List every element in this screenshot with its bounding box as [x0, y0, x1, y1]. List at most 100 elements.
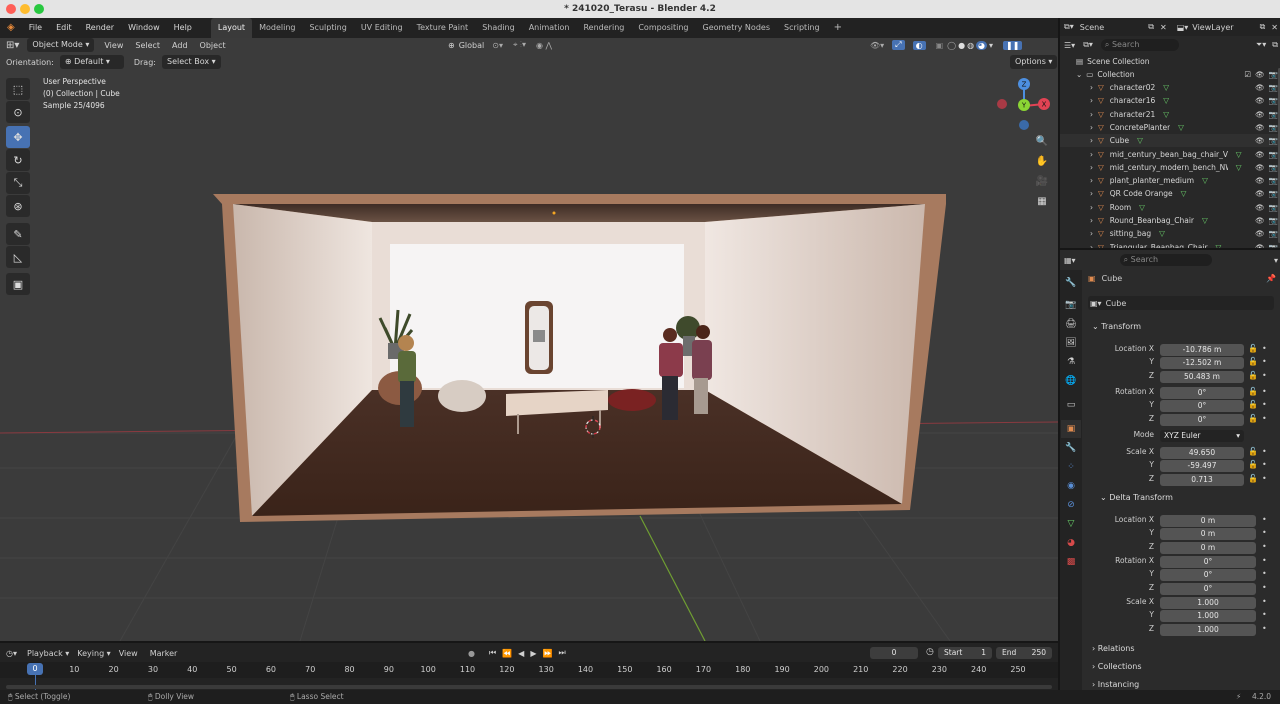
new-view-layer-icon[interactable]: ⧉ — [1260, 22, 1266, 32]
visibility-eye-icon[interactable]: 👁 — [1255, 216, 1265, 225]
xray-icon[interactable]: ▣ — [936, 41, 944, 50]
measure-tool[interactable]: ◺ — [6, 246, 30, 268]
gizmo-toggle-icon[interactable]: ⤢ — [892, 40, 905, 50]
keyframe-dot-icon[interactable]: • — [1262, 357, 1267, 366]
jump-keyframe-forward-icon[interactable]: ⏩ — [542, 649, 552, 658]
expand-chevron-icon[interactable]: › — [1090, 189, 1093, 198]
render-camera-icon[interactable]: 📷 — [1269, 163, 1278, 172]
scale-tool[interactable]: ⤡ — [6, 172, 30, 194]
camera-view-icon[interactable]: 🎥 — [1033, 172, 1051, 190]
lock-icon[interactable]: 🔓 — [1248, 371, 1258, 380]
object-menu[interactable]: Object — [200, 41, 226, 50]
keyframe-dot-icon[interactable]: • — [1262, 542, 1267, 551]
relations-section-header[interactable]: › Relations — [1092, 644, 1135, 653]
expand-chevron-icon[interactable]: › — [1090, 96, 1093, 105]
new-collection-icon[interactable]: ⧉ — [1272, 40, 1278, 50]
end-frame-field[interactable]: End 250 — [996, 647, 1052, 659]
lock-icon[interactable]: 🔓 — [1248, 357, 1258, 366]
collection-tab-icon[interactable]: ▭ — [1061, 396, 1081, 414]
keyframe-dot-icon[interactable]: • — [1262, 460, 1267, 469]
visibility-eye-icon[interactable]: 👁 — [1255, 110, 1265, 119]
pin-icon[interactable]: 📌 — [1266, 274, 1276, 283]
start-frame-field[interactable]: Start 1 — [938, 647, 992, 659]
viewport-scene[interactable] — [0, 38, 1058, 641]
location-field[interactable]: -10.786 m — [1160, 344, 1244, 356]
keyframe-dot-icon[interactable]: • — [1262, 371, 1267, 380]
outliner-item[interactable]: › ▽ character21 ▽ 👁 📷 — [1060, 108, 1280, 121]
output-tab-icon[interactable]: 🖨 — [1061, 315, 1081, 333]
expand-chevron-icon[interactable]: › — [1090, 123, 1093, 132]
outliner-item[interactable]: › ▽ Round_Beanbag_Chair ▽ 👁 📷 — [1060, 214, 1280, 227]
expand-chevron-icon[interactable]: › — [1090, 203, 1093, 212]
view-layer-name[interactable]: ViewLayer — [1192, 23, 1233, 32]
add-menu[interactable]: Add — [172, 41, 188, 50]
collection-checkbox[interactable]: ☑ — [1244, 70, 1251, 79]
shading-options-icon[interactable]: ▾ — [989, 41, 993, 50]
menu-help[interactable]: Help — [167, 18, 199, 38]
rotate-tool[interactable]: ↻ — [6, 149, 30, 171]
keyframe-dot-icon[interactable]: • — [1262, 556, 1267, 565]
outliner-item[interactable]: › ▽ mid_century_bean_bag_chair_VM ▽ 👁 📷 — [1060, 148, 1280, 161]
expand-chevron-icon[interactable]: › — [1090, 136, 1093, 145]
keyframe-dot-icon[interactable]: • — [1262, 569, 1267, 578]
render-camera-icon[interactable]: 📷 — [1269, 216, 1278, 225]
render-camera-icon[interactable]: 📷 — [1269, 110, 1278, 119]
timeline-view-menu[interactable]: View — [119, 649, 138, 658]
zoom-view-icon[interactable]: 🔍 — [1033, 132, 1051, 150]
render-camera-icon[interactable]: 📷 — [1269, 123, 1278, 132]
workspace-tab-texture-paint[interactable]: Texture Paint — [410, 18, 476, 38]
delta_location-field[interactable]: 0 m — [1160, 541, 1256, 554]
zoom-window-button[interactable] — [34, 4, 44, 14]
remove-view-layer-icon[interactable]: ✕ — [1271, 23, 1278, 32]
expand-chevron-icon[interactable]: › — [1090, 216, 1093, 225]
scale-field[interactable]: -59.497 — [1160, 460, 1244, 473]
texture-tab-icon[interactable]: ▩ — [1061, 553, 1081, 571]
delta_scale-field[interactable]: 1.000 — [1160, 610, 1256, 623]
clock-icon[interactable]: ◷ — [926, 647, 934, 657]
outliner-item[interactable]: › ▽ Cube ▽ 👁 📷 — [1060, 134, 1280, 148]
render-camera-icon[interactable]: 📷 — [1269, 96, 1278, 105]
outliner-item[interactable]: › ▽ ConcretePlanter ▽ 👁 📷 — [1060, 121, 1280, 134]
constraints-tab-icon[interactable]: ⊘ — [1061, 496, 1081, 514]
editor-type-icon[interactable]: ⊞▾ — [6, 40, 19, 51]
transform-tool[interactable]: ⊛ — [6, 195, 30, 217]
material-tab-icon[interactable]: ◕ — [1061, 534, 1081, 552]
keyframe-dot-icon[interactable]: • — [1262, 583, 1267, 592]
properties-editor-icon[interactable]: ▦▾ — [1064, 256, 1076, 265]
rotation-field[interactable]: 0° — [1160, 413, 1244, 426]
add-workspace-icon[interactable]: + — [827, 18, 849, 38]
menu-render[interactable]: Render — [79, 18, 121, 38]
physics-tab-icon[interactable]: ◉ — [1061, 477, 1081, 495]
expand-chevron-icon[interactable]: › — [1090, 163, 1093, 172]
shading-solid-icon[interactable]: ● — [958, 41, 965, 50]
drag-dropdown[interactable]: Select Box ▾ — [161, 55, 221, 69]
instancing-section-header[interactable]: › Instancing — [1092, 680, 1139, 689]
keyframe-dot-icon[interactable]: • — [1262, 624, 1267, 633]
render-camera-icon[interactable]: 📷 — [1269, 176, 1278, 185]
render-camera-icon[interactable]: 📷 — [1269, 83, 1278, 92]
outliner-item[interactable]: › ▽ mid_century_modern_bench_NWI ▽ 👁 📷 — [1060, 161, 1280, 174]
render-camera-icon[interactable]: 📷 — [1269, 203, 1278, 212]
shading-wireframe-icon[interactable]: ◯ — [947, 41, 956, 50]
workspace-tab-layout[interactable]: Layout — [210, 18, 253, 38]
expand-chevron-icon[interactable]: › — [1090, 110, 1093, 119]
snap-icon[interactable]: ⌖ ⫶▾ — [513, 40, 526, 50]
options-dropdown[interactable]: Options ▾ — [1010, 55, 1058, 69]
overlay-toggle-icon[interactable]: ◐ — [912, 40, 926, 50]
render-tab-icon[interactable]: 📷 — [1061, 296, 1081, 314]
cursor-tool[interactable]: ⊙ — [6, 101, 30, 123]
scene-collection-row[interactable]: ▤ Scene Collection — [1060, 55, 1280, 68]
collections-section-header[interactable]: › Collections — [1092, 662, 1142, 671]
shading-material-icon[interactable]: ◍ — [967, 41, 974, 50]
outliner-item[interactable]: › ▽ character16 ▽ 👁 📷 — [1060, 94, 1280, 107]
rotation-field[interactable]: 0° — [1160, 387, 1244, 399]
visibility-eye-icon[interactable]: 👁 — [1255, 229, 1265, 238]
orientation-dropdown[interactable]: ⊕ Default ▾ — [59, 55, 124, 69]
properties-options-icon[interactable]: ▾ — [1274, 256, 1278, 265]
render-camera-icon[interactable]: 📷 — [1269, 189, 1278, 198]
outliner-item[interactable]: › ▽ character02 ▽ 👁 📷 — [1060, 81, 1280, 94]
location-field[interactable]: -12.502 m — [1160, 357, 1244, 370]
scene-tab-icon[interactable]: ⚗ — [1061, 353, 1081, 371]
menu-file[interactable]: File — [22, 18, 49, 38]
lock-icon[interactable]: 🔓 — [1248, 387, 1258, 396]
